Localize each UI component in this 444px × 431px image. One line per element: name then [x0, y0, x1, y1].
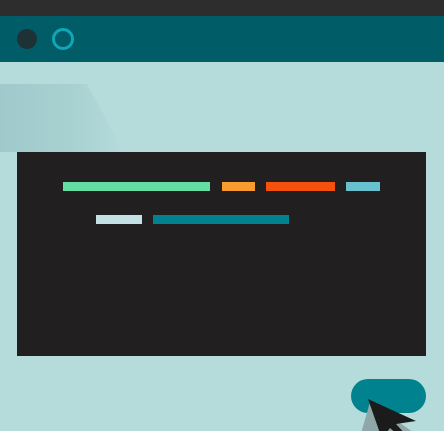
code-line-2-token-1 — [96, 215, 142, 224]
tab-shape[interactable] — [0, 84, 124, 152]
code-line-1-token-1 — [63, 182, 210, 191]
code-line-1-token-4 — [346, 182, 380, 191]
code-line-2-token-2 — [153, 215, 289, 224]
app-window — [0, 0, 444, 431]
top-strip — [0, 0, 444, 16]
code-editor-panel — [17, 152, 426, 356]
code-line-1-token-2 — [222, 182, 255, 191]
title-bar — [0, 16, 444, 62]
code-line-1-token-3 — [266, 182, 335, 191]
window-control-ring[interactable] — [52, 28, 74, 50]
arrow-cursor-icon — [361, 399, 416, 431]
window-control-dot[interactable] — [17, 29, 37, 49]
